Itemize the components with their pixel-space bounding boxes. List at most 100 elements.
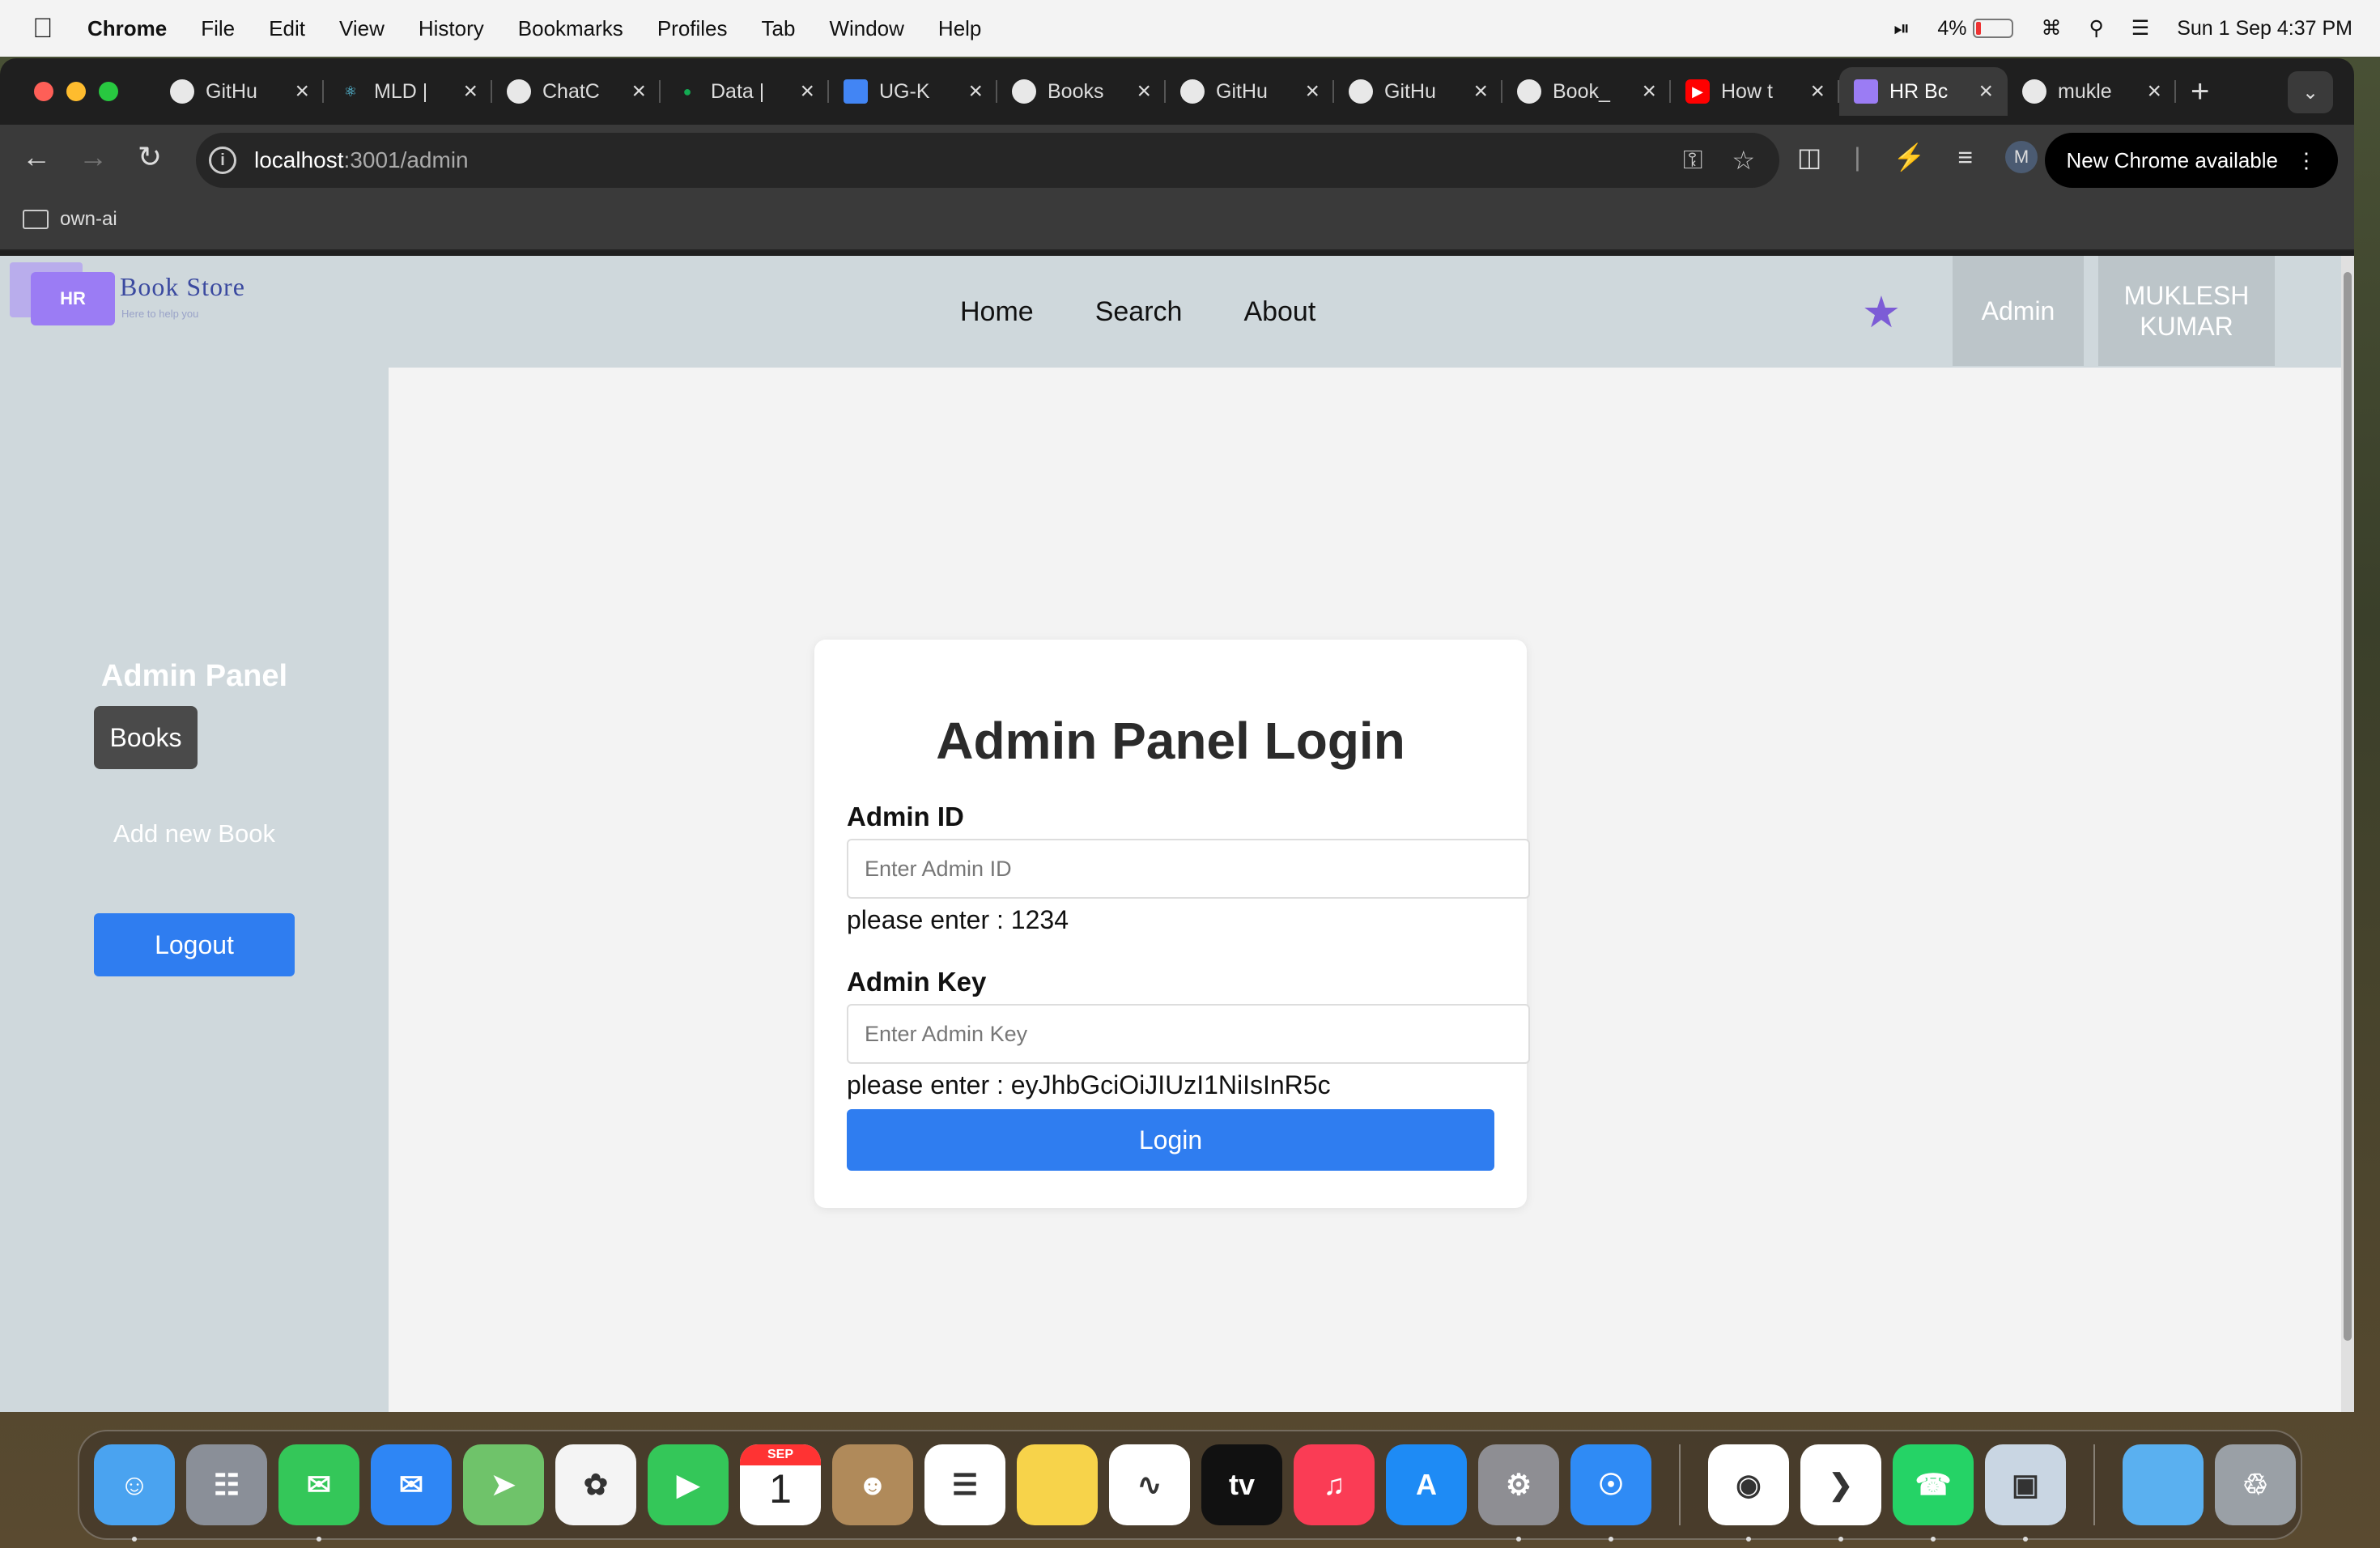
freeform-icon[interactable]: ∿ [1109, 1444, 1190, 1525]
close-tab-icon[interactable]: × [631, 78, 646, 105]
control-center-icon[interactable]: ☰ [2131, 16, 2149, 40]
tab-9[interactable]: Book_ × [1502, 67, 1671, 116]
minimize-window-button[interactable] [66, 82, 86, 101]
back-arrow-icon[interactable]: ← [8, 140, 65, 174]
folder-icon[interactable] [2123, 1444, 2204, 1525]
apple-menu-icon[interactable]:  [32, 13, 57, 45]
tab-12[interactable]: mukle × [2008, 67, 2176, 116]
page-scrollbar[interactable] [2341, 256, 2354, 1412]
launchpad-icon[interactable]: ☷ [186, 1444, 267, 1525]
tab-7[interactable]: GitHu × [1166, 67, 1334, 116]
zoom-window-button[interactable] [99, 82, 118, 101]
logout-button[interactable]: Logout [94, 913, 295, 976]
wifi-icon[interactable]: ⌘ [2041, 16, 2061, 40]
battery-status[interactable]: 4% [1937, 17, 2014, 40]
reminders-icon[interactable]: ☰ [924, 1444, 1005, 1525]
menu-edit[interactable]: Edit [269, 16, 305, 41]
close-tab-icon[interactable]: × [2147, 78, 2161, 105]
calendar-icon[interactable]: SEP 1 [740, 1444, 821, 1525]
chrome-update-button[interactable]: New Chrome available ⋮ [2045, 133, 2338, 188]
sidebar-add-book-link[interactable]: Add new Book [0, 819, 389, 848]
close-tab-icon[interactable]: × [1473, 78, 1488, 105]
site-info-icon[interactable]: i [209, 147, 236, 174]
menu-window[interactable]: Window [829, 16, 903, 41]
admin-id-input[interactable] [847, 839, 1530, 899]
bookmark-star-icon[interactable]: ☆ [1732, 145, 1755, 176]
safari-icon[interactable]: ☉ [1570, 1444, 1651, 1542]
tab-8[interactable]: GitHu × [1334, 67, 1502, 116]
app-store-icon[interactable]: A [1386, 1444, 1467, 1525]
tab-2[interactable]: ⚛ MLD | × [324, 67, 492, 116]
vscode-icon[interactable]: ❯ [1800, 1444, 1881, 1542]
play-status-icon[interactable]: ⏯ [1893, 17, 1910, 40]
close-window-button[interactable] [34, 82, 53, 101]
bookmark-folder-own-ai[interactable]: own-ai [23, 208, 117, 231]
system-settings-icon[interactable]: ⚙ [1478, 1444, 1559, 1542]
tab-search-button[interactable]: ⌄ [2288, 71, 2333, 113]
reload-icon[interactable]: ↻ [121, 140, 178, 174]
preview-icon[interactable]: ▣ [1985, 1444, 2066, 1542]
scrollbar-thumb[interactable] [2344, 272, 2352, 1341]
menu-bookmarks[interactable]: Bookmarks [518, 16, 623, 41]
macos-menubar:  Chrome File Edit View History Bookmark… [0, 0, 2380, 57]
trash-icon[interactable]: ♲ [2215, 1444, 2296, 1525]
reading-list-icon[interactable]: ≡ [1957, 142, 1973, 172]
close-tab-icon[interactable]: × [1137, 78, 1151, 105]
password-key-icon[interactable]: ⚿ [1683, 145, 1702, 176]
nav-home-link[interactable]: Home [960, 296, 1034, 328]
browser-toolbar: ← → ↻ i localhost:3001/admin ⚿ ☆ ◫ | ⚡ ≡… [0, 125, 2354, 189]
close-tab-icon[interactable]: × [968, 78, 983, 105]
tab-5[interactable]: UG-K × [829, 67, 997, 116]
close-tab-icon[interactable]: × [463, 78, 478, 105]
admin-key-input[interactable] [847, 1004, 1530, 1064]
facetime-icon[interactable]: ▶ [648, 1444, 729, 1525]
whatsapp-icon[interactable]: ☎ [1893, 1444, 1974, 1542]
tab-6[interactable]: Books × [997, 67, 1166, 116]
finder-icon[interactable]: ☺ [94, 1444, 175, 1542]
forward-arrow-icon[interactable]: → [65, 140, 121, 174]
more-menu-icon[interactable]: ⋮ [2296, 148, 2317, 173]
notes-icon[interactable] [1017, 1444, 1098, 1525]
tv-icon[interactable]: tv [1201, 1444, 1282, 1525]
chrome-icon[interactable]: ◉ [1708, 1444, 1789, 1542]
menu-history[interactable]: History [419, 16, 484, 41]
tab-11[interactable]: HR Bc × [1839, 67, 2008, 116]
site-logo[interactable]: HR Book Store Here to help you [10, 262, 301, 327]
mail-icon[interactable]: ✉ [371, 1444, 452, 1525]
close-tab-icon[interactable]: × [1642, 78, 1656, 105]
nav-user-button[interactable]: MUKLESH KUMAR [2098, 256, 2275, 366]
nav-about-link[interactable]: About [1243, 296, 1315, 328]
extensions-puzzle-icon[interactable]: ◫ [1797, 142, 1821, 172]
close-tab-icon[interactable]: × [1978, 78, 1993, 105]
tab-3[interactable]: ChatC × [492, 67, 661, 116]
close-tab-icon[interactable]: × [1305, 78, 1320, 105]
maps-icon[interactable]: ➤ [463, 1444, 544, 1525]
menu-profiles[interactable]: Profiles [657, 16, 728, 41]
music-icon[interactable]: ♫ [1294, 1444, 1375, 1525]
login-button[interactable]: Login [847, 1109, 1494, 1171]
nav-admin-button[interactable]: Admin [1953, 256, 2084, 366]
nav-search-link[interactable]: Search [1095, 296, 1183, 328]
address-bar[interactable]: i localhost:3001/admin ⚿ ☆ [196, 133, 1779, 188]
sidebar-books-button[interactable]: Books [94, 706, 198, 769]
tab-1[interactable]: GitHu × [155, 67, 324, 116]
menu-view[interactable]: View [339, 16, 385, 41]
tab-10[interactable]: ▶ How t × [1671, 67, 1839, 116]
photos-icon[interactable]: ✿ [555, 1444, 636, 1525]
contacts-icon[interactable]: ☻ [832, 1444, 913, 1525]
new-tab-button[interactable]: + [2191, 74, 2209, 110]
spotlight-search-icon[interactable]: ⚲ [2089, 16, 2103, 40]
menu-help[interactable]: Help [938, 16, 981, 41]
tab-4[interactable]: ● Data | × [661, 67, 829, 116]
profile-avatar[interactable]: M [2005, 141, 2038, 173]
menu-app-name[interactable]: Chrome [87, 16, 167, 41]
favorites-star-icon[interactable]: ★ [1859, 290, 1904, 335]
close-tab-icon[interactable]: × [1810, 78, 1825, 105]
menu-tab[interactable]: Tab [762, 16, 796, 41]
performance-icon[interactable]: ⚡ [1893, 142, 1926, 172]
messages-icon[interactable]: ✉ [278, 1444, 359, 1542]
menu-file[interactable]: File [201, 16, 235, 41]
close-tab-icon[interactable]: × [295, 78, 309, 105]
clock[interactable]: Sun 1 Sep 4:37 PM [2177, 17, 2352, 40]
close-tab-icon[interactable]: × [800, 78, 814, 105]
